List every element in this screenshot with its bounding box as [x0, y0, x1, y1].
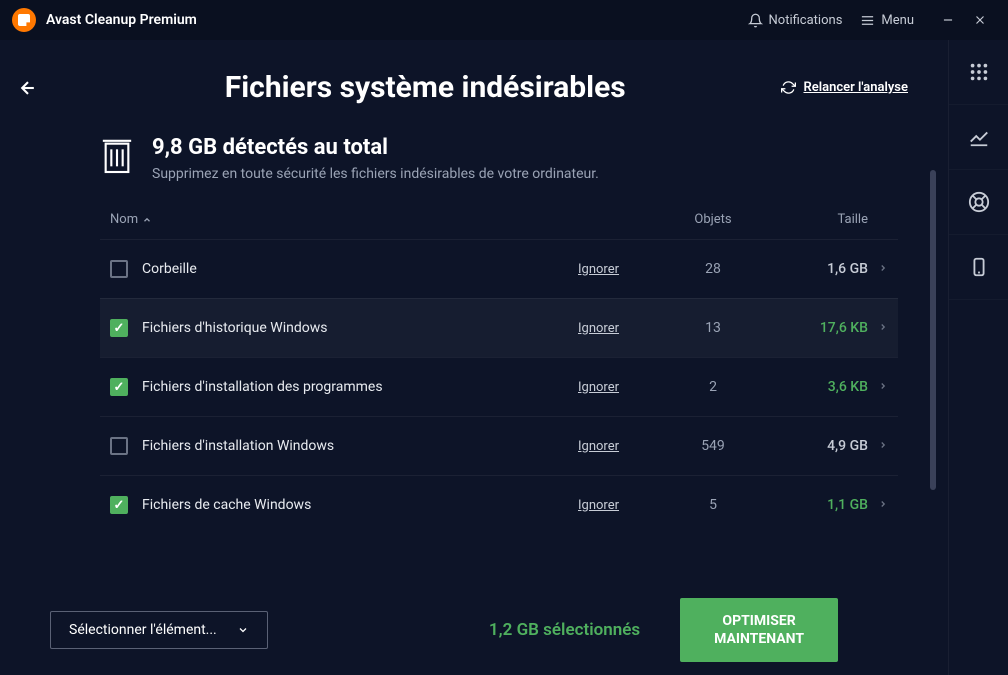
- minimize-button[interactable]: [932, 4, 964, 36]
- table-row[interactable]: CorbeilleIgnorer281,6 GB: [100, 239, 898, 298]
- rail-chart-button[interactable]: [949, 105, 1008, 170]
- ignore-link[interactable]: Ignorer: [578, 380, 668, 395]
- row-checkbox[interactable]: [110, 378, 128, 396]
- close-button[interactable]: [964, 4, 996, 36]
- rail-lifebelt-button[interactable]: [949, 170, 1008, 235]
- chevron-right-icon: [878, 499, 888, 509]
- row-checkbox[interactable]: [110, 437, 128, 455]
- scrollbar[interactable]: [930, 170, 936, 610]
- row-size: 1,6 GB: [758, 261, 868, 277]
- row-name: Fichiers d'installation des programmes: [142, 379, 578, 395]
- bell-icon: [748, 13, 763, 28]
- refresh-icon: [781, 80, 796, 95]
- row-objects: 549: [668, 438, 758, 454]
- row-name: Corbeille: [142, 261, 578, 277]
- arrow-left-icon: [18, 78, 38, 98]
- summary-subtext: Supprimez en toute sécurité les fichiers…: [152, 166, 599, 182]
- table-header: Nom Objets Taille: [100, 202, 898, 239]
- select-element-dropdown[interactable]: Sélectionner l'élément...: [50, 611, 268, 649]
- right-rail: [948, 40, 1008, 675]
- app-title: Avast Cleanup Premium: [46, 12, 197, 28]
- chevron-right-icon: [878, 440, 888, 450]
- chevron-right-icon: [878, 381, 888, 391]
- chevron-right-icon: [878, 263, 888, 273]
- row-name: Fichiers d'historique Windows: [142, 320, 578, 336]
- chevron-up-icon: [142, 215, 152, 225]
- page-title: Fichiers système indésirables: [70, 70, 781, 105]
- column-name-sort[interactable]: Nom: [100, 212, 578, 227]
- optimize-now-button[interactable]: OPTIMISER MAINTENANT: [680, 598, 838, 662]
- chart-line-icon: [968, 126, 990, 148]
- phone-icon: [968, 256, 990, 278]
- row-name: Fichiers de cache Windows: [142, 497, 578, 513]
- ignore-link[interactable]: Ignorer: [578, 321, 668, 336]
- table-row[interactable]: Fichiers d'historique WindowsIgnorer1317…: [100, 298, 898, 357]
- row-expand[interactable]: [868, 379, 898, 395]
- menu-button[interactable]: Menu: [860, 13, 914, 28]
- grid-icon: [968, 61, 990, 83]
- row-size: 17,6 KB: [758, 320, 868, 336]
- ignore-link[interactable]: Ignorer: [578, 498, 668, 513]
- ignore-link[interactable]: Ignorer: [578, 262, 668, 277]
- row-checkbox[interactable]: [110, 496, 128, 514]
- row-objects: 2: [668, 379, 758, 395]
- close-icon: [973, 13, 987, 27]
- rescan-button[interactable]: Relancer l'analyse: [781, 80, 909, 95]
- chevron-right-icon: [878, 322, 888, 332]
- row-expand[interactable]: [868, 320, 898, 336]
- titlebar: Avast Cleanup Premium Notifications Menu: [0, 0, 1008, 40]
- row-expand[interactable]: [868, 261, 898, 277]
- row-expand[interactable]: [868, 497, 898, 513]
- selected-size-text: 1,2 GB sélectionnés: [489, 620, 640, 640]
- back-button[interactable]: [16, 76, 40, 100]
- row-size: 4,9 GB: [758, 438, 868, 454]
- row-expand[interactable]: [868, 438, 898, 454]
- summary-headline: 9,8 GB détectés au total: [152, 135, 599, 160]
- trash-icon: [100, 135, 134, 179]
- row-objects: 28: [668, 261, 758, 277]
- row-size: 3,6 KB: [758, 379, 868, 395]
- table-row[interactable]: Fichiers d'installation des programmesIg…: [100, 357, 898, 416]
- minimize-icon: [941, 13, 955, 27]
- rail-phone-button[interactable]: [949, 235, 1008, 300]
- menu-icon: [860, 13, 875, 28]
- column-objects: Objets: [668, 212, 758, 227]
- rail-grid-button[interactable]: [949, 40, 1008, 105]
- scrollbar-thumb[interactable]: [930, 170, 936, 490]
- lifebelt-icon: [968, 191, 990, 213]
- notifications-button[interactable]: Notifications: [748, 13, 843, 28]
- chevron-down-icon: [237, 624, 249, 636]
- row-objects: 13: [668, 320, 758, 336]
- row-name: Fichiers d'installation Windows: [142, 438, 578, 454]
- content-area: Fichiers système indésirables Relancer l…: [0, 40, 948, 675]
- row-size: 1,1 GB: [758, 497, 868, 513]
- ignore-link[interactable]: Ignorer: [578, 439, 668, 454]
- column-size: Taille: [758, 212, 868, 227]
- app-logo-icon: [12, 8, 36, 32]
- row-checkbox[interactable]: [110, 319, 128, 337]
- table-row[interactable]: Fichiers d'installation WindowsIgnorer54…: [100, 416, 898, 475]
- table-row[interactable]: Fichiers de cache WindowsIgnorer51,1 GB: [100, 475, 898, 534]
- row-objects: 5: [668, 497, 758, 513]
- row-checkbox[interactable]: [110, 260, 128, 278]
